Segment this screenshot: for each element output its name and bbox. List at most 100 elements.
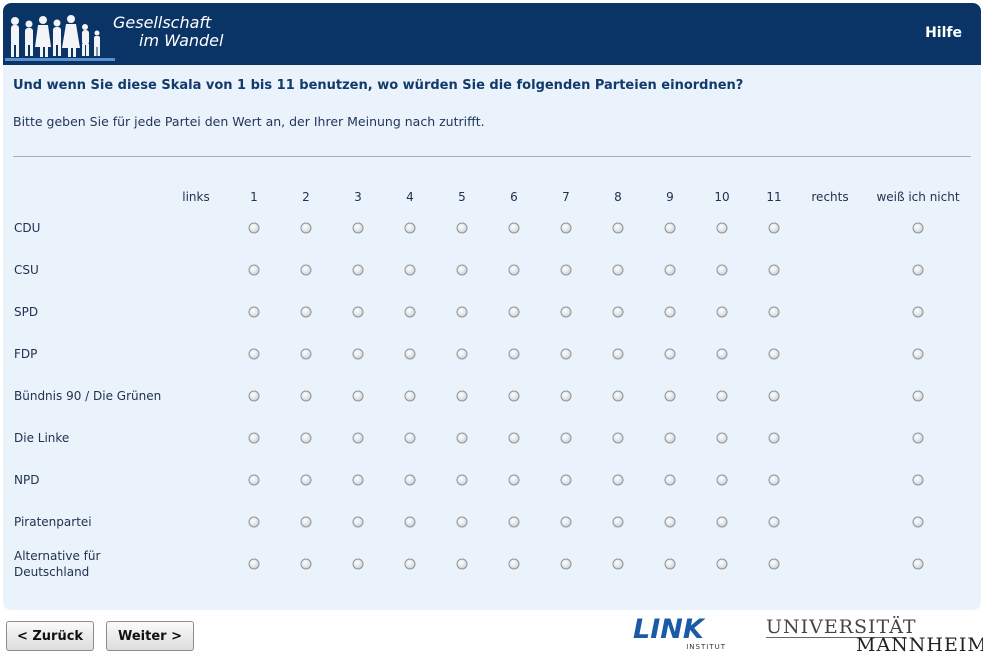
radio-4-11[interactable] [768,390,780,402]
radio-2-5[interactable] [456,306,468,318]
radio-5-10[interactable] [716,432,728,444]
radio-3-4[interactable] [404,348,416,360]
radio-3-10[interactable] [716,348,728,360]
radio-0-11[interactable] [768,222,780,234]
radio-6-1[interactable] [248,474,260,486]
radio-0-7[interactable] [560,222,572,234]
radio-2-dont-know[interactable] [912,306,924,318]
radio-0-5[interactable] [456,222,468,234]
radio-7-9[interactable] [664,516,676,528]
radio-8-5[interactable] [456,558,468,570]
radio-4-1[interactable] [248,390,260,402]
radio-7-10[interactable] [716,516,728,528]
radio-7-2[interactable] [300,516,312,528]
radio-2-10[interactable] [716,306,728,318]
radio-8-2[interactable] [300,558,312,570]
radio-4-7[interactable] [560,390,572,402]
help-link[interactable]: Hilfe [925,25,962,41]
radio-8-4[interactable] [404,558,416,570]
radio-7-4[interactable] [404,516,416,528]
radio-8-3[interactable] [352,558,364,570]
radio-6-dont-know[interactable] [912,474,924,486]
radio-8-7[interactable] [560,558,572,570]
radio-4-9[interactable] [664,390,676,402]
radio-7-8[interactable] [612,516,624,528]
radio-3-8[interactable] [612,348,624,360]
radio-0-dont-know[interactable] [912,222,924,234]
radio-2-3[interactable] [352,306,364,318]
radio-7-dont-know[interactable] [912,516,924,528]
radio-3-6[interactable] [508,348,520,360]
radio-4-8[interactable] [612,390,624,402]
radio-5-4[interactable] [404,432,416,444]
radio-1-10[interactable] [716,264,728,276]
radio-6-5[interactable] [456,474,468,486]
radio-3-5[interactable] [456,348,468,360]
radio-3-2[interactable] [300,348,312,360]
radio-0-10[interactable] [716,222,728,234]
radio-1-5[interactable] [456,264,468,276]
radio-6-7[interactable] [560,474,572,486]
next-button[interactable]: Weiter > [106,621,194,651]
radio-8-11[interactable] [768,558,780,570]
radio-7-1[interactable] [248,516,260,528]
radio-6-6[interactable] [508,474,520,486]
radio-1-6[interactable] [508,264,520,276]
radio-7-6[interactable] [508,516,520,528]
radio-1-8[interactable] [612,264,624,276]
radio-8-dont-know[interactable] [912,558,924,570]
radio-8-8[interactable] [612,558,624,570]
radio-8-1[interactable] [248,558,260,570]
radio-4-10[interactable] [716,390,728,402]
radio-4-4[interactable] [404,390,416,402]
radio-1-1[interactable] [248,264,260,276]
radio-6-4[interactable] [404,474,416,486]
radio-2-2[interactable] [300,306,312,318]
radio-8-9[interactable] [664,558,676,570]
radio-5-9[interactable] [664,432,676,444]
radio-5-1[interactable] [248,432,260,444]
radio-3-dont-know[interactable] [912,348,924,360]
radio-6-9[interactable] [664,474,676,486]
radio-7-5[interactable] [456,516,468,528]
radio-2-6[interactable] [508,306,520,318]
radio-3-7[interactable] [560,348,572,360]
radio-6-10[interactable] [716,474,728,486]
radio-5-11[interactable] [768,432,780,444]
radio-6-11[interactable] [768,474,780,486]
radio-2-7[interactable] [560,306,572,318]
radio-1-dont-know[interactable] [912,264,924,276]
radio-7-3[interactable] [352,516,364,528]
radio-0-4[interactable] [404,222,416,234]
radio-1-7[interactable] [560,264,572,276]
radio-3-11[interactable] [768,348,780,360]
radio-1-4[interactable] [404,264,416,276]
radio-4-2[interactable] [300,390,312,402]
radio-5-2[interactable] [300,432,312,444]
radio-5-7[interactable] [560,432,572,444]
radio-8-10[interactable] [716,558,728,570]
radio-1-11[interactable] [768,264,780,276]
radio-2-4[interactable] [404,306,416,318]
radio-3-3[interactable] [352,348,364,360]
radio-3-9[interactable] [664,348,676,360]
radio-0-3[interactable] [352,222,364,234]
radio-2-8[interactable] [612,306,624,318]
radio-4-6[interactable] [508,390,520,402]
radio-6-2[interactable] [300,474,312,486]
radio-4-3[interactable] [352,390,364,402]
radio-0-8[interactable] [612,222,624,234]
radio-5-3[interactable] [352,432,364,444]
radio-8-6[interactable] [508,558,520,570]
radio-0-2[interactable] [300,222,312,234]
radio-2-9[interactable] [664,306,676,318]
back-button[interactable]: < Zurück [6,621,94,651]
radio-6-8[interactable] [612,474,624,486]
radio-2-11[interactable] [768,306,780,318]
radio-1-3[interactable] [352,264,364,276]
radio-0-9[interactable] [664,222,676,234]
radio-5-dont-know[interactable] [912,432,924,444]
radio-1-9[interactable] [664,264,676,276]
radio-7-11[interactable] [768,516,780,528]
radio-4-dont-know[interactable] [912,390,924,402]
